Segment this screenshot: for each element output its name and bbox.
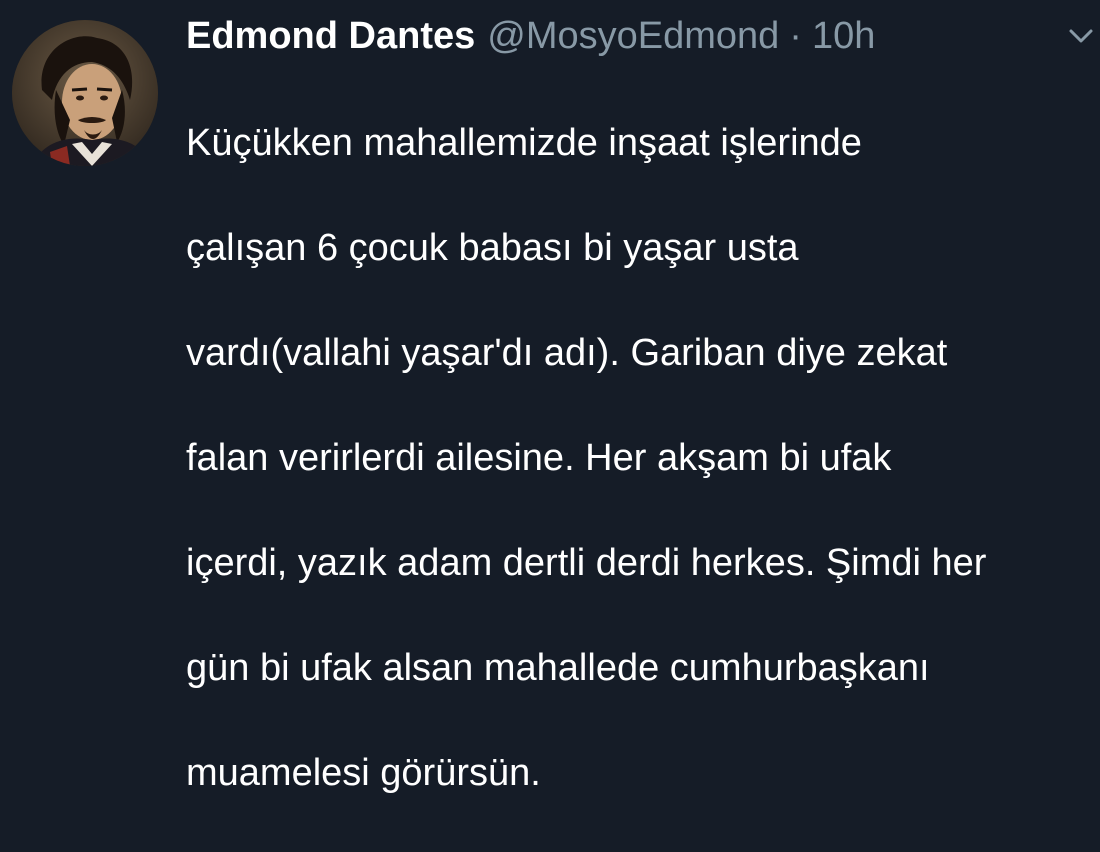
- chevron-down-icon[interactable]: [1066, 26, 1096, 46]
- tweet-header: Edmond Dantes @MosyoEdmond · 10h: [186, 10, 875, 62]
- tweet-text-line: Küçükken mahallemizde inşaat işlerinde: [186, 121, 862, 164]
- header-separator: ·: [789, 15, 802, 57]
- author-name[interactable]: Edmond Dantes: [186, 10, 475, 62]
- tweet-text-line: gün bi ufak alsan mahallede cumhurbaşkan…: [186, 646, 930, 689]
- author-avatar[interactable]: [12, 20, 158, 166]
- tweet-text: Küçükken mahallemizde inşaat işlerinde ç…: [186, 64, 1086, 852]
- tweet-card[interactable]: Edmond Dantes @MosyoEdmond · 10h Küçükke…: [0, 0, 1100, 794]
- tweet-text-line: muamelesi görürsün.: [186, 751, 541, 794]
- tweet-text-line: vardı(vallahi yaşar'dı adı). Gariban diy…: [186, 331, 948, 374]
- tweet-text-line: çalışan 6 çocuk babası bi yaşar usta: [186, 226, 799, 269]
- avatar-portrait-image: [12, 20, 158, 166]
- tweet-timestamp[interactable]: 10h: [812, 10, 875, 62]
- tweet-text-line: falan verirlerdi ailesine. Her akşam bi …: [186, 436, 892, 479]
- tweet-text-line: içerdi, yazık adam dertli derdi herkes. …: [186, 541, 987, 584]
- author-handle[interactable]: @MosyoEdmond: [487, 10, 779, 62]
